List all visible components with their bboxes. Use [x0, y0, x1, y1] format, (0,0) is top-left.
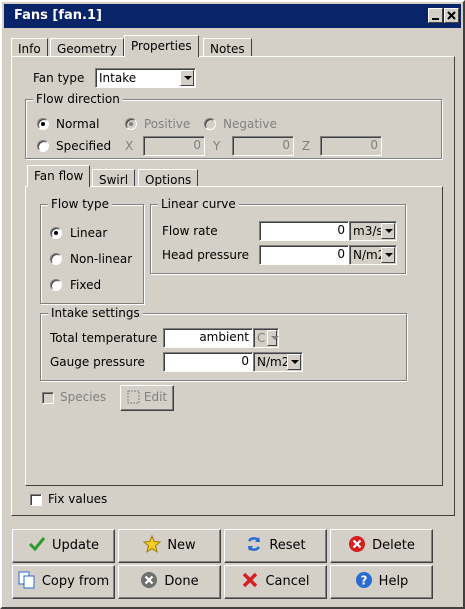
linear-label: Linear: [70, 226, 108, 240]
tab-properties[interactable]: Properties: [124, 35, 199, 57]
fan-type-value: Intake: [99, 71, 137, 85]
close-button[interactable]: [444, 8, 459, 23]
cancel-label: Cancel: [265, 574, 310, 589]
reset-button[interactable]: Reset: [224, 529, 327, 563]
close-icon: [447, 11, 456, 20]
fans-dialog: Fans [fan.1] Info Geometry Properties No…: [0, 0, 465, 609]
x-field: 0: [143, 136, 205, 156]
gauge-pressure-field[interactable]: 0: [163, 352, 253, 372]
fix-values-checkbox[interactable]: [30, 494, 42, 506]
head-pressure-unit-select[interactable]: N/m2: [349, 245, 397, 265]
delete-icon: [348, 534, 366, 552]
copy-from-button[interactable]: Copy from: [12, 565, 115, 599]
fan-type-label: Fan type: [33, 71, 85, 85]
delete-button[interactable]: Delete: [330, 529, 433, 563]
copy-from-label: Copy from: [41, 574, 110, 589]
total-temperature-label: Total temperature: [50, 331, 158, 345]
flow-type-title: Flow type: [48, 197, 113, 211]
gauge-pressure-unit-select[interactable]: N/m2: [253, 352, 303, 372]
normal-label: Normal: [56, 117, 100, 131]
help-label: Help: [378, 574, 409, 589]
update-label: Update: [51, 538, 100, 553]
total-temperature-unit: C: [257, 331, 266, 345]
species-label: Species: [60, 390, 107, 404]
fan-flow-panel: Flow type Linear Non-linear Fixed Linear…: [25, 186, 443, 486]
tab-info[interactable]: Info: [11, 38, 48, 58]
total-temperature-unit-select: C: [253, 328, 279, 348]
fix-values-label: Fix values: [48, 492, 108, 506]
cancel-x-icon: [241, 570, 259, 588]
help-button[interactable]: ? Help: [330, 565, 433, 599]
window-title: Fans [fan.1]: [14, 8, 102, 23]
help-icon: ?: [355, 570, 373, 588]
chevron-down-icon: [267, 330, 279, 346]
cancel-button[interactable]: Cancel: [224, 565, 327, 599]
new-button[interactable]: New: [118, 529, 221, 563]
done-icon: [140, 570, 158, 588]
z-label: Z: [302, 139, 311, 153]
head-pressure-label: Head pressure: [162, 248, 250, 262]
total-temperature-field[interactable]: ambient: [163, 328, 253, 348]
tab-geometry[interactable]: Geometry: [50, 38, 124, 58]
subtab-swirl[interactable]: Swirl: [92, 169, 136, 187]
radio-linear[interactable]: [50, 227, 62, 239]
tab-notes[interactable]: Notes: [203, 38, 252, 58]
subtab-options[interactable]: Options: [138, 169, 199, 187]
done-label: Done: [164, 574, 199, 589]
reset-label: Reset: [269, 538, 306, 553]
checkmark-icon: [28, 534, 46, 552]
chevron-down-icon[interactable]: [287, 354, 301, 370]
fan-type-select[interactable]: Intake: [95, 68, 196, 88]
nonlinear-label: Non-linear: [70, 252, 133, 266]
radio-specified[interactable]: [37, 140, 49, 152]
chevron-down-icon[interactable]: [381, 223, 395, 239]
chevron-down-icon[interactable]: [180, 70, 194, 86]
edit-icon: [127, 389, 141, 404]
specified-label: Specified: [56, 139, 112, 153]
delete-label: Delete: [372, 538, 415, 553]
title-bar[interactable]: Fans [fan.1]: [4, 4, 461, 28]
fixed-label: Fixed: [70, 278, 102, 292]
y-label: Y: [213, 139, 221, 153]
y-field: 0: [232, 136, 294, 156]
x-label: X: [125, 139, 134, 153]
flow-rate-unit-select[interactable]: m3/s: [349, 221, 397, 241]
gauge-pressure-label: Gauge pressure: [50, 355, 145, 369]
linear-curve-title: Linear curve: [158, 197, 239, 211]
flow-rate-unit: m3/s: [353, 224, 383, 238]
done-button[interactable]: Done: [118, 565, 221, 599]
z-field: 0: [320, 136, 382, 156]
species-edit-button: Edit: [120, 385, 174, 411]
species-checkbox: [42, 392, 54, 404]
minimize-button[interactable]: [428, 8, 443, 23]
flow-rate-label: Flow rate: [162, 224, 218, 238]
positive-label: Positive: [144, 117, 191, 131]
radio-fixed[interactable]: [50, 279, 62, 291]
flow-direction-title: Flow direction: [33, 92, 123, 106]
radio-positive: [125, 118, 137, 130]
chevron-down-icon[interactable]: [381, 247, 395, 263]
flow-rate-field[interactable]: 0: [259, 221, 349, 241]
update-button[interactable]: Update: [12, 529, 115, 563]
properties-panel: Fan type Intake Flow direction Normal Po…: [11, 56, 455, 516]
gauge-pressure-unit: N/m2: [257, 355, 290, 369]
head-pressure-field[interactable]: 0: [259, 245, 349, 265]
refresh-icon: [245, 534, 263, 552]
star-icon: [143, 534, 162, 553]
new-label: New: [167, 538, 196, 553]
svg-text:?: ?: [360, 574, 367, 588]
radio-nonlinear[interactable]: [50, 253, 62, 265]
negative-label: Negative: [223, 117, 277, 131]
intake-settings-title: Intake settings: [48, 306, 143, 320]
copy-icon: [18, 570, 36, 589]
minimize-icon: [432, 18, 439, 20]
radio-normal[interactable]: [37, 118, 49, 130]
species-edit-label: Edit: [143, 390, 168, 404]
subtab-fan-flow[interactable]: Fan flow: [27, 165, 91, 187]
radio-negative: [204, 118, 216, 130]
